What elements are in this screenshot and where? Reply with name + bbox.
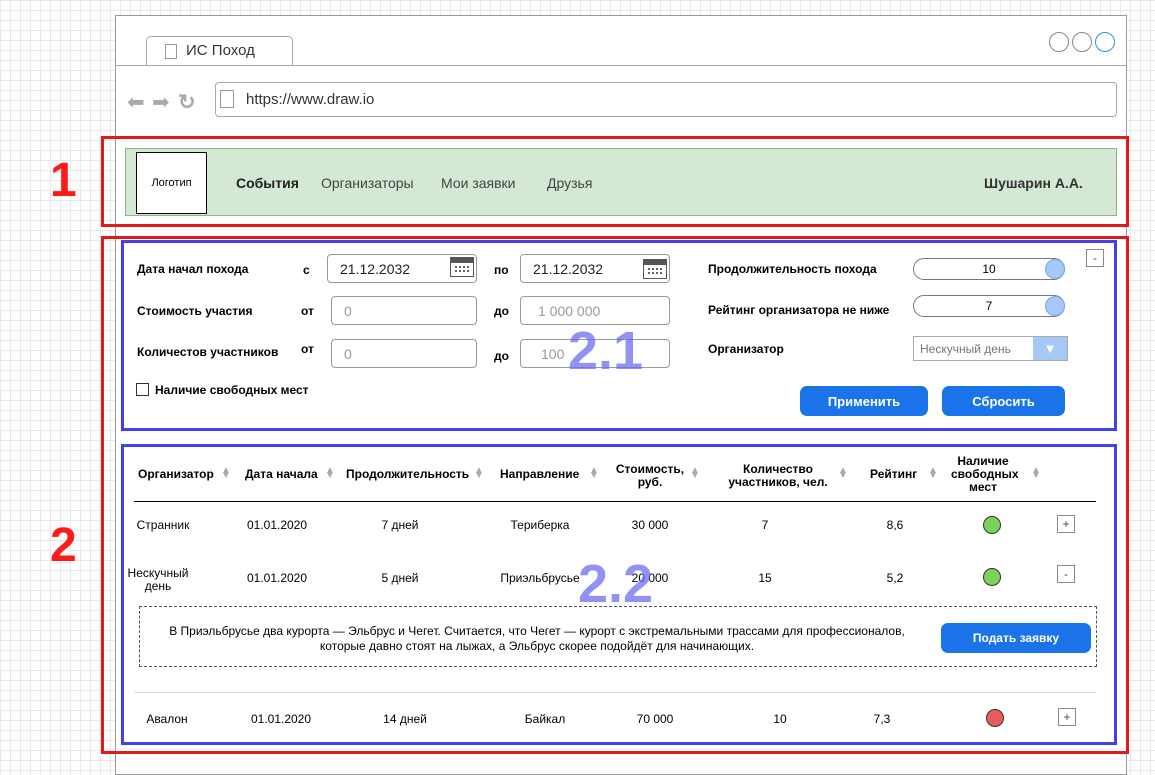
cell-cost: 70 000 [636, 712, 674, 726]
calendar-icon[interactable] [450, 257, 474, 277]
cell-date: 01.01.2020 [250, 712, 312, 726]
calendar-icon[interactable] [643, 259, 667, 279]
cell-rating: 7,3 [873, 712, 891, 726]
spinner-icon[interactable] [1045, 259, 1065, 279]
cell-direction: Териберка [510, 518, 570, 532]
sort-icon[interactable]: ▲ ▼ [928, 466, 938, 481]
window-circle-icon[interactable] [1072, 32, 1092, 52]
sort-icon[interactable]: ▲ ▼ [838, 466, 848, 481]
url-text[interactable]: https://www.draw.io [246, 91, 374, 108]
row-divider [134, 692, 1096, 693]
rating-stepper[interactable]: 7 [913, 295, 1065, 317]
cell-date: 01.01.2020 [246, 571, 308, 585]
cell-duration: 14 дней [383, 712, 427, 726]
free-places-label: Наличие свободных мест [155, 383, 309, 397]
cell-rating: 5,2 [886, 571, 904, 585]
organizer-select-value: Нескучный день [920, 342, 1011, 356]
organizer-label: Организатор [708, 342, 784, 356]
duration-label: Продолжительность похода [708, 262, 877, 276]
column-header-date[interactable]: Дата начала [245, 468, 318, 481]
cell-participants: 15 [758, 571, 772, 585]
expand-row-button[interactable]: + [1057, 515, 1075, 533]
sort-icon[interactable]: ▲ ▼ [1031, 466, 1041, 481]
cell-date: 01.01.2020 [246, 518, 308, 532]
cell-organizer: Нескучный день [127, 566, 189, 593]
column-header-cost[interactable]: Стоимость, руб. [614, 463, 686, 489]
sort-icon[interactable]: ▲ ▼ [221, 466, 231, 481]
overlay-label-2-1: 2.1 [568, 321, 644, 381]
cell-duration: 7 дней [381, 518, 419, 532]
cell-participants: 10 [773, 712, 787, 726]
nav-item-events[interactable]: События [236, 175, 299, 191]
header-divider [134, 501, 1096, 502]
tab-divider [115, 65, 1127, 66]
column-header-organizer[interactable]: Организатор [138, 468, 214, 481]
date-from-prefix: с [303, 263, 310, 277]
reset-button[interactable]: Сбросить [942, 386, 1065, 416]
date-to-prefix: по [494, 263, 509, 277]
participants-from-field[interactable]: 0 [331, 339, 477, 368]
column-header-participants[interactable]: Количество участников, чел. [722, 463, 834, 489]
availability-indicator [983, 568, 1001, 586]
participants-label: Количестов участников [137, 345, 279, 359]
submit-request-button[interactable]: Подать заявку [941, 623, 1091, 653]
section-2-number: 2 [50, 519, 77, 572]
collapse-row-button[interactable]: - [1057, 565, 1075, 583]
cell-cost: 30 000 [631, 518, 669, 532]
column-header-rating[interactable]: Рейтинг [870, 468, 917, 481]
cell-direction: Приэльбрусье [500, 571, 580, 585]
page-icon [165, 44, 177, 59]
cost-from-field[interactable]: 0 [331, 296, 477, 325]
availability-indicator [983, 516, 1001, 534]
duration-stepper[interactable]: 10 [913, 258, 1065, 280]
participants-to-prefix: до [494, 349, 509, 363]
page-icon [220, 90, 234, 108]
cost-from-prefix: от [301, 304, 314, 318]
sort-icon[interactable]: ▲ ▼ [589, 466, 599, 481]
user-name[interactable]: Шушарин А.А. [984, 175, 1083, 191]
cell-direction: Байкал [524, 712, 566, 726]
cost-label: Стоимость участия [137, 304, 253, 318]
chevron-down-icon[interactable]: ▼ [1033, 337, 1067, 360]
column-header-free-places[interactable]: Наличие свободных мест [951, 455, 1019, 494]
availability-indicator [986, 709, 1004, 727]
window-circle-icon[interactable] [1049, 32, 1069, 52]
back-arrow-icon[interactable]: ⬅ [127, 92, 145, 113]
expand-row-button[interactable]: + [1058, 708, 1076, 726]
cell-organizer: Авалон [146, 712, 188, 726]
cell-rating: 8,6 [886, 518, 904, 532]
tab-title: ИС Поход [186, 42, 255, 59]
refresh-icon[interactable]: ↻ [178, 92, 196, 113]
organizer-select[interactable]: Нескучный день ▼ [913, 336, 1068, 361]
window-circle-icon[interactable] [1095, 32, 1115, 52]
participants-from-prefix: от [301, 342, 314, 356]
sort-icon[interactable]: ▲ ▼ [325, 466, 335, 481]
column-header-direction[interactable]: Направление [500, 468, 579, 481]
row-details-text: В Приэльбрусье два курорта — Эльбрус и Ч… [169, 624, 905, 653]
collapse-filters-button[interactable]: - [1086, 249, 1104, 267]
cell-duration: 5 дней [381, 571, 419, 585]
cell-organizer: Странник [136, 518, 190, 532]
date-label: Дата начал похода [137, 262, 249, 276]
sort-icon[interactable]: ▲ ▼ [690, 466, 700, 481]
column-header-duration[interactable]: Продолжительность [346, 468, 469, 481]
section-1-number: 1 [50, 154, 77, 207]
cell-participants: 7 [761, 518, 769, 532]
forward-arrow-icon[interactable]: ➡ [152, 92, 170, 113]
sort-icon[interactable]: ▲ ▼ [474, 466, 484, 481]
free-places-checkbox[interactable] [136, 383, 149, 396]
rating-label: Рейтинг организатора не ниже [708, 303, 890, 317]
nav-item-my-requests[interactable]: Мои заявки [441, 175, 515, 191]
logo[interactable]: Логотип [136, 152, 207, 214]
apply-button[interactable]: Применить [800, 386, 928, 416]
cost-to-prefix: до [494, 304, 509, 318]
spinner-icon[interactable] [1045, 296, 1065, 316]
nav-item-organizers[interactable]: Организаторы [321, 175, 414, 191]
nav-item-friends[interactable]: Друзья [547, 175, 592, 191]
